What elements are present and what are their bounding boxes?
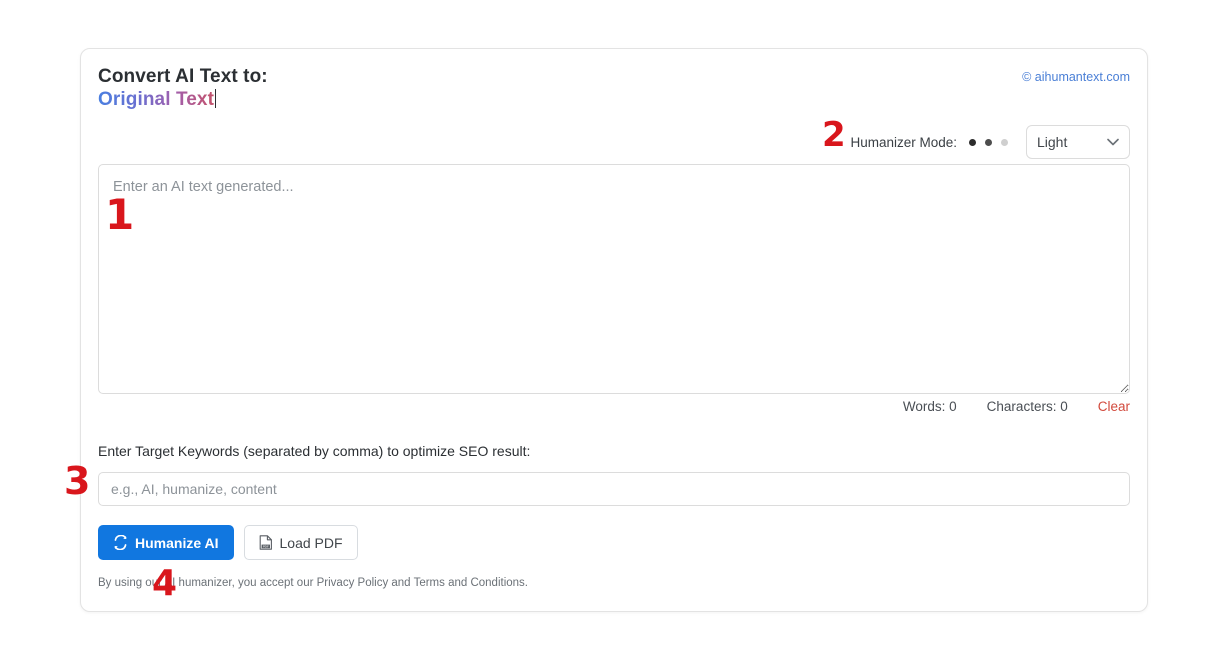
mode-dot-2-icon — [985, 138, 992, 146]
svg-text:PDF: PDF — [262, 545, 268, 549]
load-pdf-label: Load PDF — [279, 534, 343, 551]
mode-dot-3-icon — [1001, 138, 1008, 146]
clear-button[interactable]: Clear — [1098, 399, 1130, 414]
pdf-file-icon: PDF — [259, 535, 273, 550]
title-gradient-text: Original Text — [98, 89, 215, 110]
humanizer-mode-label: Humanizer Mode: — [850, 134, 957, 150]
words-value: 0 — [949, 399, 957, 414]
legal-note: By using our AI humanizer, you accept ou… — [98, 577, 528, 589]
text-caret — [215, 89, 217, 108]
humanizer-mode-select[interactable]: Light — [1026, 125, 1130, 159]
mode-dot-1-icon — [969, 138, 976, 146]
ai-text-input[interactable] — [98, 164, 1130, 394]
sync-refresh-icon — [113, 535, 128, 550]
counters-row: Words: 0 Characters: 0 Clear — [903, 399, 1130, 414]
humanize-ai-label: Humanize AI — [135, 534, 219, 551]
load-pdf-button[interactable]: PDF Load PDF — [243, 525, 358, 560]
characters-value: 0 — [1060, 399, 1068, 414]
action-buttons: Humanize AI PDF Load PDF — [98, 525, 358, 560]
characters-label: Characters: — [986, 399, 1057, 414]
mode-strength-dots — [969, 138, 1008, 146]
humanize-ai-button[interactable]: Humanize AI — [98, 525, 234, 560]
mode-select-wrapper: Light — [1026, 125, 1130, 159]
site-credit-link[interactable]: © aihumantext.com — [1022, 70, 1130, 84]
keywords-input[interactable] — [98, 472, 1130, 506]
words-label: Words: — [902, 399, 946, 414]
humanizer-mode-row: Humanizer Mode: Light — [850, 125, 1130, 159]
page-title: Convert AI Text to: Original Text — [98, 65, 268, 111]
title-line-primary: Convert AI Text to: — [98, 66, 268, 87]
app-page: Convert AI Text to: Original Text © aihu… — [0, 0, 1224, 664]
humanizer-card: Convert AI Text to: Original Text © aihu… — [80, 48, 1148, 612]
title-line-secondary: Original Text — [98, 88, 268, 111]
characters-counter: Characters: 0 — [987, 399, 1068, 414]
keywords-label: Enter Target Keywords (separated by comm… — [98, 443, 531, 459]
words-counter: Words: 0 — [903, 399, 957, 414]
